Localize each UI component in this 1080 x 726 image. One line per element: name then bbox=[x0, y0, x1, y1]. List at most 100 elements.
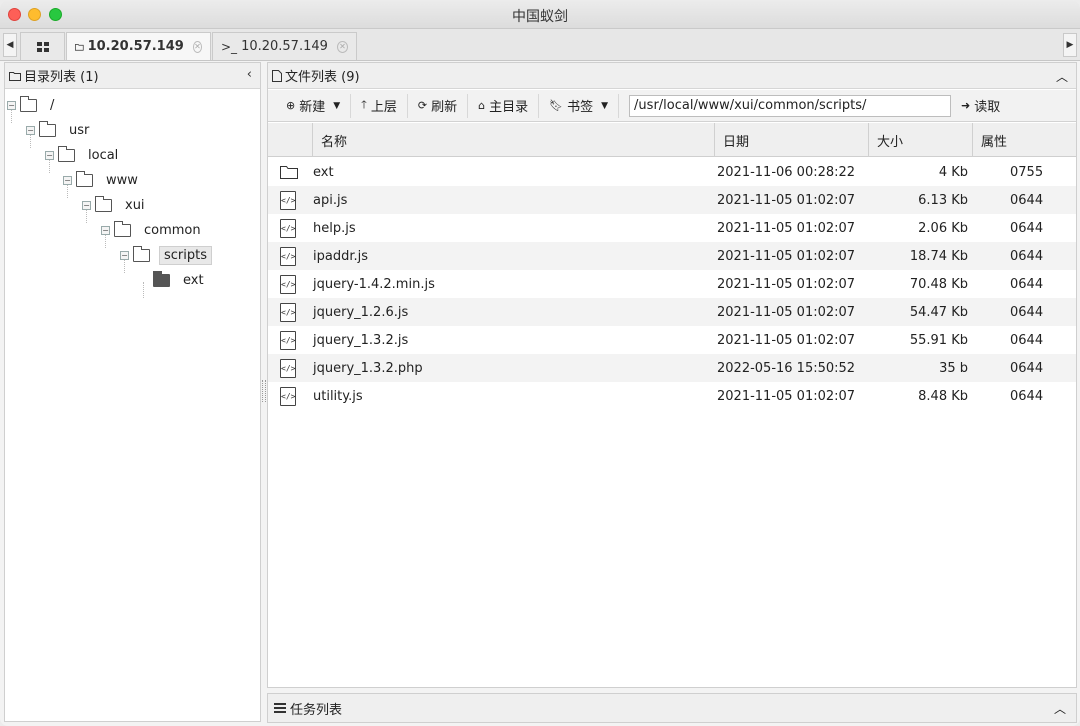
file-permissions: 0644 bbox=[1010, 304, 1044, 320]
file-row[interactable]: </> jquery_1.3.2.php 2022-05-16 15:50:52 35… bbox=[268, 354, 1076, 382]
tab-home[interactable] bbox=[20, 32, 65, 60]
file-outline-icon bbox=[272, 69, 282, 82]
column-header-name[interactable]: 名称 bbox=[312, 123, 714, 157]
file-toolbar: ⊕ 新建 ▼ 🡑 上层 ⟳ 刷新 ⌂ 主目录 🔖︎ 书签 ▼ /usr/loca… bbox=[268, 90, 1076, 122]
file-name: help.js bbox=[313, 220, 356, 236]
panel-splitter-handle[interactable] bbox=[262, 380, 266, 402]
file-size: 18.74 Kb bbox=[909, 248, 968, 264]
folder-icon bbox=[76, 170, 93, 187]
path-input[interactable] bbox=[629, 94, 952, 117]
file-date: 2021-11-06 00:28:22 bbox=[717, 164, 856, 180]
tree-node-label: scripts bbox=[159, 245, 212, 265]
tree-node-label: common bbox=[144, 222, 201, 238]
refresh-button[interactable]: ⟳ 刷新 bbox=[408, 93, 469, 118]
code-file-icon: </> bbox=[280, 191, 296, 210]
tab-scroll-right-button[interactable]: ▶ bbox=[1063, 33, 1077, 57]
file-permissions: 0644 bbox=[1010, 276, 1044, 292]
bookmark-icon: 🔖︎ bbox=[549, 99, 564, 112]
grid-icon bbox=[36, 41, 49, 52]
bookmark-button[interactable]: 🔖︎ 书签 ▼ bbox=[539, 93, 620, 118]
collapse-up-icon[interactable]: ︿ bbox=[1056, 68, 1068, 85]
file-row[interactable]: </> jquery-1.4.2.min.js 2021-11-05 01:02:0… bbox=[268, 270, 1076, 298]
tab-terminal-label: 10.20.57.149 bbox=[241, 39, 328, 54]
tab-file-manager[interactable]: 10.20.57.149 ✕ bbox=[66, 32, 211, 60]
file-size: 4 Kb bbox=[938, 164, 968, 180]
file-size: 6.13 Kb bbox=[918, 192, 968, 208]
tree-node-www[interactable]: − www bbox=[63, 169, 142, 191]
file-name: ipaddr.js bbox=[313, 248, 369, 264]
file-date: 2021-11-05 01:02:07 bbox=[717, 388, 856, 404]
task-list-bar[interactable]: 任务列表 ︿ bbox=[267, 693, 1077, 723]
caret-down-icon: ▼ bbox=[333, 100, 341, 111]
file-size: 54.47 Kb bbox=[909, 304, 968, 320]
tab-scroll-left-button[interactable]: ◀ bbox=[3, 33, 17, 57]
column-header-date[interactable]: 日期 bbox=[714, 123, 868, 157]
tree-node-local[interactable]: − local bbox=[45, 144, 122, 166]
collapse-node-icon[interactable]: − bbox=[26, 125, 35, 135]
tab-file-manager-label: 10.20.57.149 bbox=[87, 39, 184, 54]
file-permissions: 0644 bbox=[1010, 220, 1044, 236]
collapse-node-icon[interactable]: − bbox=[120, 250, 129, 260]
tree-node-label: / bbox=[50, 97, 55, 113]
list-icon bbox=[274, 703, 286, 713]
file-name: api.js bbox=[313, 192, 348, 208]
collapse-node-icon[interactable]: − bbox=[82, 200, 91, 210]
column-header-perm[interactable]: 属性 bbox=[972, 123, 1076, 157]
tree-node-label: local bbox=[88, 147, 119, 163]
refresh-icon: ⟳ bbox=[417, 99, 428, 112]
tree-node-ext[interactable]: ext bbox=[153, 269, 208, 291]
file-list-panel: 文件列表 (9) ︿ ⊕ 新建 ▼ 🡑 上层 ⟳ 刷新 ⌂ 主目录 🔖︎ 书签 … bbox=[267, 62, 1077, 688]
up-button[interactable]: 🡑 上层 bbox=[351, 93, 408, 118]
folder-icon bbox=[114, 220, 131, 237]
file-row[interactable]: </> utility.js 2021-11-05 01:02:07 8.48 Kb 0… bbox=[268, 382, 1076, 410]
file-row[interactable]: </> api.js 2021-11-05 01:02:07 6.13 Kb 0644 bbox=[268, 186, 1076, 214]
column-header-size[interactable]: 大小 bbox=[868, 123, 972, 157]
tree-node-xui[interactable]: − xui bbox=[82, 194, 149, 216]
arrow-up-icon: 🡑 bbox=[361, 98, 367, 111]
file-row[interactable]: </> jquery_1.2.6.js 2021-11-05 01:02:07 54.… bbox=[268, 298, 1076, 326]
file-name: jquery_1.2.6.js bbox=[313, 304, 409, 320]
file-size: 8.48 Kb bbox=[918, 388, 968, 404]
tab-file-manager-close-icon[interactable]: ✕ bbox=[192, 40, 202, 53]
file-row[interactable]: </> help.js 2021-11-05 01:02:07 2.06 Kb 0644 bbox=[268, 214, 1076, 242]
expand-up-icon[interactable]: ︿ bbox=[1054, 700, 1066, 717]
collapse-node-icon[interactable]: − bbox=[101, 225, 110, 235]
code-file-icon: </> bbox=[280, 275, 296, 294]
file-list-panel-title: 文件列表 (9) bbox=[285, 70, 360, 85]
home-dir-button[interactable]: ⌂ 主目录 bbox=[468, 93, 540, 118]
file-date: 2022-05-16 15:50:52 bbox=[717, 360, 856, 376]
collapse-node-icon[interactable]: − bbox=[45, 150, 54, 160]
read-button-label: 读取 bbox=[974, 100, 1001, 115]
file-date: 2021-11-05 01:02:07 bbox=[717, 276, 856, 292]
tree-node-usr[interactable]: − usr bbox=[26, 119, 93, 141]
directory-panel-header: 目录列表 (1) ‹ bbox=[5, 63, 260, 89]
tree-node-scripts[interactable]: − scripts bbox=[120, 244, 212, 266]
tree-node-label: xui bbox=[125, 197, 145, 213]
collapse-node-icon[interactable]: − bbox=[7, 100, 16, 110]
file-permissions: 0644 bbox=[1010, 388, 1044, 404]
file-name: utility.js bbox=[313, 388, 363, 404]
collapse-left-icon[interactable]: ‹ bbox=[247, 67, 252, 82]
collapse-node-icon[interactable]: − bbox=[63, 175, 72, 185]
tab-terminal[interactable]: >_ 10.20.57.149 ✕ bbox=[212, 32, 357, 60]
folder-outline-icon bbox=[9, 71, 21, 81]
file-row[interactable]: </> ipaddr.js 2021-11-05 01:02:07 18.74 Kb 0… bbox=[268, 242, 1076, 270]
read-button[interactable]: ➜ 读取 bbox=[951, 94, 1010, 118]
file-permissions: 0644 bbox=[1010, 248, 1044, 264]
tab-terminal-close-icon[interactable]: ✕ bbox=[336, 40, 348, 53]
file-size: 2.06 Kb bbox=[918, 220, 968, 236]
file-row[interactable]: ext 2021-11-06 00:28:22 4 Kb 0755 bbox=[268, 158, 1076, 186]
title-bar: 中国蚁剑 bbox=[0, 0, 1080, 29]
new-button[interactable]: ⊕ 新建 ▼ bbox=[276, 93, 352, 118]
file-date: 2021-11-05 01:02:07 bbox=[717, 220, 856, 236]
folder-icon bbox=[75, 43, 84, 51]
tree-node-root[interactable]: − / bbox=[7, 94, 58, 116]
file-name: ext bbox=[313, 164, 334, 180]
plus-circle-icon: ⊕ bbox=[286, 99, 296, 112]
file-permissions: 0644 bbox=[1010, 192, 1044, 208]
file-table-body: ext 2021-11-06 00:28:22 4 Kb 0755 </> api.js 2… bbox=[268, 158, 1076, 410]
file-date: 2021-11-05 01:02:07 bbox=[717, 304, 856, 320]
tree-node-common[interactable]: − common bbox=[101, 219, 205, 241]
tab-bar: ◀ 10.20.57.149 ✕ >_ 10.20.57.149 ✕ ▶ bbox=[0, 29, 1080, 61]
file-row[interactable]: </> jquery_1.3.2.js 2021-11-05 01:02:07 55.… bbox=[268, 326, 1076, 354]
